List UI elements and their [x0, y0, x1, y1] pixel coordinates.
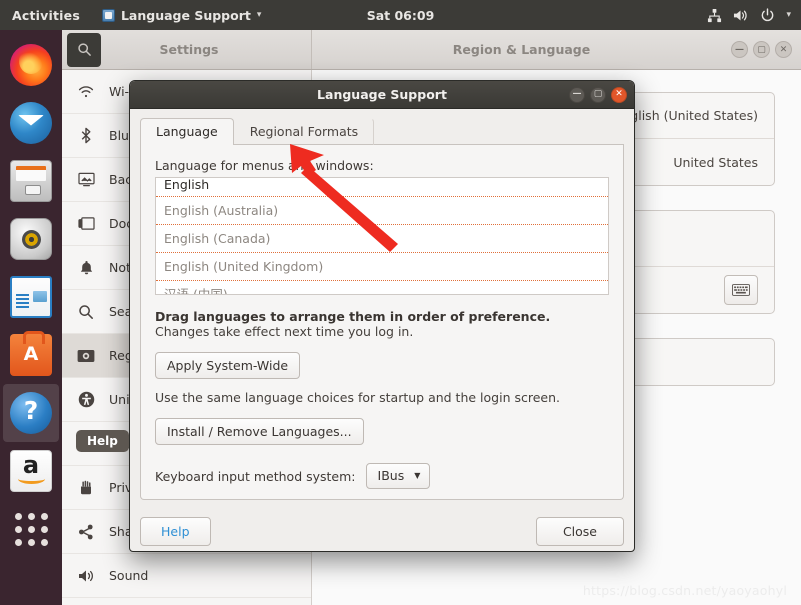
list-item[interactable]: English (Australia) — [156, 197, 608, 225]
apply-system-wide-button[interactable]: Apply System-Wide — [155, 352, 301, 379]
firefox-icon — [10, 44, 52, 86]
help-tooltip: Help — [76, 430, 129, 452]
dock-item-rhythmbox[interactable] — [3, 210, 59, 268]
input-method-label: Keyboard input method system: — [155, 468, 356, 484]
input-method-row: Keyboard input method system: IBus ▼ — [155, 463, 609, 489]
help-icon — [10, 392, 52, 434]
language-support-app-icon — [101, 8, 115, 22]
install-remove-languages-button[interactable]: Install / Remove Languages... — [155, 418, 364, 445]
list-item[interactable]: 汉语 (中国) — [156, 281, 608, 294]
show-applications-icon — [14, 512, 48, 546]
close-button[interactable]: Close — [535, 516, 624, 546]
settings-window-controls[interactable]: — ▢ ✕ — [731, 41, 801, 58]
settings-maximize-button[interactable]: ▢ — [753, 41, 770, 58]
panel-title: Region & Language — [452, 42, 591, 57]
settings-header-bar: Settings Region & Language — ▢ ✕ — [62, 30, 801, 70]
language-tab-page: Language for menus and windows: English … — [140, 145, 624, 500]
dock-icon — [76, 216, 96, 231]
install-remove-wrap: Install / Remove Languages... — [155, 418, 609, 445]
chevron-down-icon: ▾ — [786, 10, 791, 20]
list-item[interactable]: English (United Kingdom) — [156, 253, 608, 281]
dock-item-amazon[interactable] — [3, 442, 59, 500]
sidebar-item-label: Sound — [109, 568, 149, 583]
files-icon — [10, 160, 52, 202]
power-icon — [760, 7, 775, 23]
screen: Activities Language Support ▾ Sat 06:09 — [0, 0, 801, 605]
tab-language[interactable]: Language — [140, 118, 234, 145]
apply-system-wide-hint: Use the same language choices for startu… — [155, 390, 560, 405]
watermark: https://blog.csdn.net/yaoyaohyl — [582, 583, 787, 598]
accessibility-icon — [76, 391, 96, 408]
bell-icon — [76, 260, 96, 276]
dialog-title: Language Support — [317, 87, 447, 102]
language-list[interactable]: English English (Australia) English (Can… — [155, 177, 609, 295]
row-formats-value: United States — [673, 154, 758, 170]
settings-title: Settings — [159, 42, 219, 57]
list-item[interactable]: English — [156, 178, 608, 197]
libreoffice-writer-icon — [10, 276, 52, 318]
sidebar-item-sound[interactable]: Sound — [62, 554, 311, 598]
thunderbird-icon — [10, 102, 52, 144]
settings-minimize-button[interactable]: — — [731, 41, 748, 58]
dialog-action-bar: Help Close — [130, 508, 634, 551]
drag-hint: Changes take effect next time you log in… — [155, 324, 414, 339]
ubuntu-software-icon — [10, 331, 52, 376]
dialog-maximize-button[interactable]: ▢ — [590, 86, 606, 103]
activities-button[interactable]: Activities — [12, 8, 80, 23]
dock-item-show-applications[interactable] — [3, 500, 59, 558]
dock-item-help[interactable] — [3, 384, 59, 442]
sharing-icon — [76, 524, 96, 540]
dialog-tabs: Language Regional Formats — [140, 118, 624, 145]
system-tray[interactable]: ▾ — [707, 7, 791, 23]
input-method-combobox[interactable]: IBus ▼ — [365, 463, 431, 489]
gnome-top-bar: Activities Language Support ▾ Sat 06:09 — [0, 0, 801, 30]
sound-icon — [76, 569, 96, 583]
dialog-minimize-button[interactable]: — — [569, 86, 585, 103]
dialog-content: Language Regional Formats Language for m… — [130, 109, 634, 508]
bluetooth-icon — [76, 127, 96, 144]
list-item[interactable]: English (Canada) — [156, 225, 608, 253]
language-support-dialog: Language Support — ▢ ✕ Language Regional… — [129, 80, 635, 552]
settings-header-left: Settings — [62, 30, 312, 69]
dock-item-ubuntu-software[interactable] — [3, 326, 59, 384]
dock-item-libreoffice-writer[interactable] — [3, 268, 59, 326]
settings-close-button[interactable]: ✕ — [775, 41, 792, 58]
amazon-icon — [10, 450, 52, 492]
rhythmbox-icon — [10, 218, 52, 260]
app-menu-button[interactable]: Language Support ▾ — [101, 7, 262, 23]
dock-item-files[interactable] — [3, 152, 59, 210]
settings-header-right: Region & Language — ▢ ✕ — [312, 30, 801, 69]
search-icon — [76, 304, 96, 320]
network-wired-icon — [707, 8, 722, 23]
dock-item-thunderbird[interactable] — [3, 94, 59, 152]
chevron-down-icon: ▼ — [414, 471, 421, 480]
wifi-icon — [76, 85, 96, 99]
dialog-close-button[interactable]: ✕ — [611, 86, 627, 103]
input-method-value: IBus — [377, 468, 405, 483]
ubuntu-dock — [0, 30, 62, 605]
language-list-label: Language for menus and windows: — [155, 158, 374, 173]
apply-system-wide-wrap: Apply System-Wide — [155, 352, 609, 379]
region-icon — [76, 349, 96, 363]
app-menu-label: Language Support — [120, 7, 251, 23]
search-button[interactable] — [67, 32, 101, 67]
chevron-down-icon: ▾ — [256, 10, 262, 20]
drag-hint-bold: Drag languages to arrange them in order … — [155, 309, 551, 324]
dock-item-firefox[interactable] — [3, 36, 59, 94]
volume-icon — [733, 8, 749, 23]
keyboard-icon[interactable] — [724, 275, 758, 305]
row-language-value: English (United States) — [614, 108, 758, 123]
help-button[interactable]: Help — [140, 516, 211, 546]
background-icon — [76, 172, 96, 187]
dialog-window-controls[interactable]: — ▢ ✕ — [569, 86, 627, 103]
dialog-title-bar[interactable]: Language Support — ▢ ✕ — [130, 81, 634, 109]
tab-regional-formats[interactable]: Regional Formats — [234, 118, 375, 145]
sidebar-item-power[interactable]: Power — [62, 598, 311, 605]
privacy-icon — [76, 480, 96, 496]
